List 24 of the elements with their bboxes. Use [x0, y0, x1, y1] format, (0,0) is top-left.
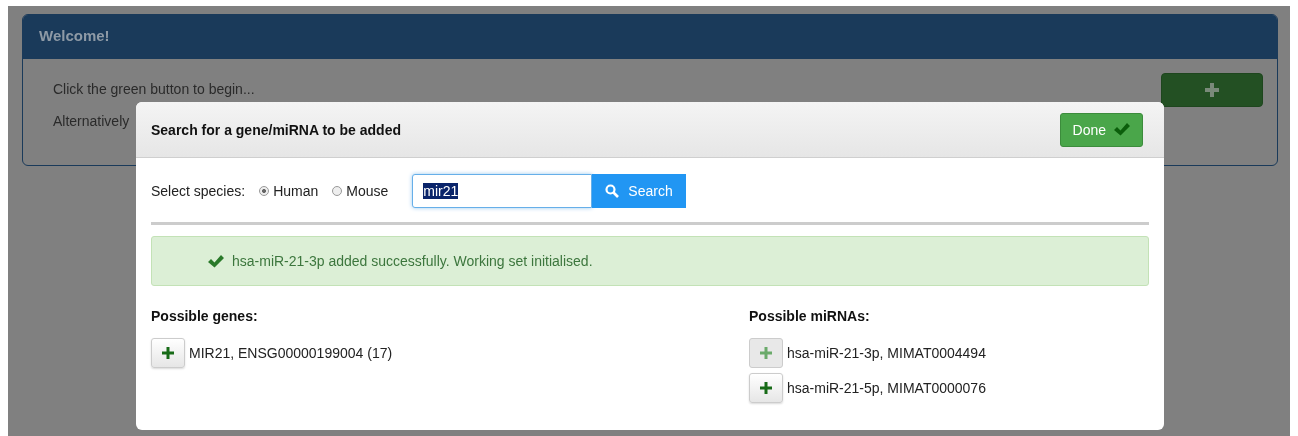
instruction-text: Alternatively	[53, 113, 131, 129]
search-icon	[605, 184, 620, 198]
plus-icon	[1205, 83, 1219, 97]
result-text: hsa-miR-21-3p, MIMAT0004494	[787, 345, 986, 361]
dialog-title: Search for a gene/miRNA to be added	[151, 121, 401, 138]
search-field[interactable]: mir21	[412, 174, 593, 208]
panel-title: Welcome!	[39, 27, 110, 44]
section-heading: Possible miRNAs:	[749, 308, 871, 324]
radio-option[interactable]: Mouse	[332, 183, 389, 199]
result-text: hsa-miR-21-5p, MIMAT0000076	[787, 380, 986, 396]
section-heading: Possible genes:	[151, 308, 259, 324]
add-button[interactable]	[1161, 73, 1263, 107]
add-item-button[interactable]	[749, 373, 783, 403]
result-text: MIR21, ENSG00000199004 (17)	[189, 345, 393, 361]
plus-icon	[162, 347, 174, 359]
plus-icon	[760, 382, 772, 394]
check-icon	[208, 254, 224, 268]
species-label: Select species:	[151, 183, 246, 199]
plus-icon	[760, 347, 772, 359]
add-item-button[interactable]	[151, 338, 185, 368]
radio-option[interactable]: Human	[259, 183, 319, 199]
check-icon	[1114, 123, 1130, 136]
alert-message: hsa-miR-21-3p added successfully. Working set initialised.	[232, 253, 593, 269]
instruction-text: Click the green button to begin...	[53, 81, 255, 97]
